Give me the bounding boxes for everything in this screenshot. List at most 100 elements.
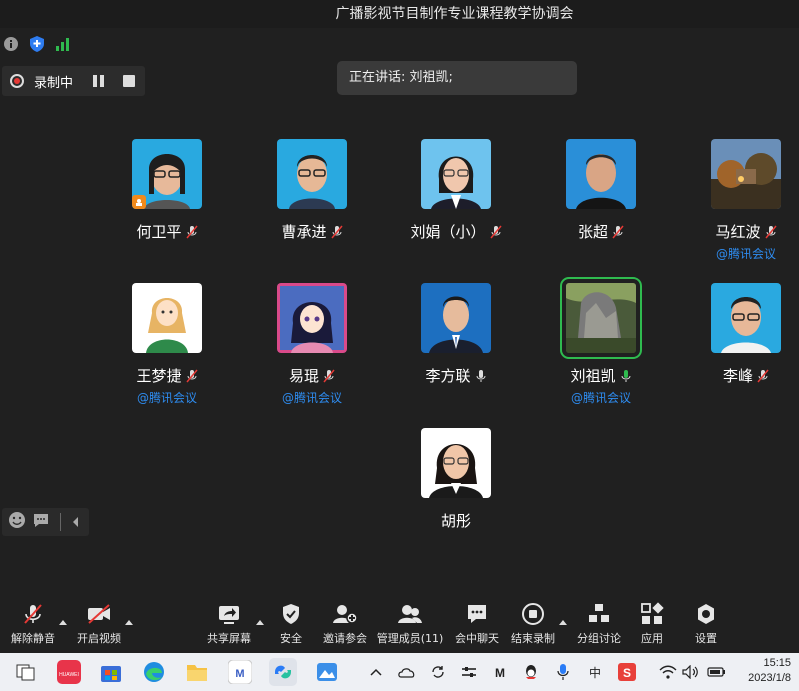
mic-muted-icon <box>185 369 198 383</box>
collapse-left-icon[interactable] <box>71 513 81 532</box>
share-screen-button[interactable]: 共享屏幕 <box>202 598 256 646</box>
share-options-caret[interactable] <box>256 620 264 625</box>
battery-icon[interactable] <box>707 663 725 681</box>
microsoft-store-icon[interactable] <box>97 658 125 686</box>
ime-indicator[interactable]: 中 <box>586 663 604 681</box>
chat-button[interactable]: 会中聊天 <box>452 598 502 646</box>
mic-muted-icon <box>612 225 624 239</box>
chat-bubble-icon[interactable] <box>32 511 50 533</box>
gear-icon <box>698 604 714 624</box>
signal-icon[interactable] <box>54 35 72 53</box>
recording-label: 录制中 <box>34 75 74 91</box>
participant-name: 曹承进 <box>281 223 327 241</box>
window-titlebar: 广播影视节目制作专业课程教学协调会 <box>0 0 799 28</box>
info-icon[interactable] <box>2 35 20 53</box>
apps-icon <box>641 602 664 624</box>
emoji-icon[interactable] <box>8 511 26 533</box>
reaction-panel <box>2 508 89 536</box>
avatar <box>132 283 202 353</box>
file-explorer-icon[interactable] <box>183 658 211 686</box>
breakout-icon <box>589 604 609 622</box>
participant-tile-active-speaker[interactable]: 刘祖凯 @腾讯会议 <box>531 277 671 406</box>
participant-name: 刘祖凯 <box>570 367 616 385</box>
photos-icon[interactable] <box>313 658 341 686</box>
svg-text:S: S <box>623 666 631 680</box>
record-dot-icon <box>10 74 24 88</box>
mic-muted-icon <box>185 225 198 239</box>
participant-tile[interactable]: 刘娟（小） <box>386 139 526 242</box>
mindmaster-icon[interactable]: M <box>226 658 254 686</box>
mindmaster-tray-icon[interactable]: M <box>491 663 509 681</box>
svg-text:M: M <box>235 668 244 680</box>
participant-name: 何卫平 <box>136 223 182 241</box>
security-button[interactable]: 安全 <box>272 598 310 646</box>
sync-icon[interactable] <box>429 663 447 681</box>
start-video-button[interactable]: 开启视频 <box>72 598 126 646</box>
participant-tile[interactable]: 何卫平 <box>97 139 237 242</box>
sogou-input-icon[interactable]: S <box>618 663 636 681</box>
avatar <box>132 139 202 209</box>
breakout-rooms-button[interactable]: 分组讨论 <box>574 598 624 646</box>
participant-source: @腾讯会议 <box>136 391 197 405</box>
mic-muted-icon <box>489 225 502 239</box>
tencent-meeting-icon[interactable] <box>269 658 297 686</box>
participant-name: 胡彤 <box>440 512 471 530</box>
participant-name: 刘娟（小） <box>410 223 486 241</box>
avatar <box>566 139 636 209</box>
wifi-icon[interactable] <box>659 663 677 681</box>
share-screen-icon <box>219 606 239 624</box>
speaking-indicator: 正在讲话: 刘祖凯; <box>337 61 577 95</box>
settings-button[interactable]: 设置 <box>686 598 726 646</box>
participant-name: 李方联 <box>425 367 471 385</box>
participant-source: @腾讯会议 <box>715 247 776 261</box>
avatar <box>711 283 781 353</box>
participant-tile[interactable]: 曹承进 <box>242 139 382 242</box>
chat-icon <box>468 605 486 623</box>
unmute-options-caret[interactable] <box>59 620 67 625</box>
system-clock[interactable]: 15:15 2023/1/8 <box>748 656 791 686</box>
participant-tile[interactable]: 胡彤 <box>386 428 526 531</box>
meeting-status-icons <box>0 34 72 54</box>
microphone-icon[interactable] <box>554 663 572 681</box>
end-recording-button[interactable]: 结束录制 <box>508 598 558 646</box>
tray-overflow-icon[interactable] <box>367 663 385 681</box>
mic-muted-icon <box>24 604 42 624</box>
participant-tile[interactable]: 李方联 <box>386 283 526 386</box>
window-title: 广播影视节目制作专业课程教学协调会 <box>335 6 574 22</box>
video-options-caret[interactable] <box>125 620 133 625</box>
mic-muted-icon <box>757 369 769 383</box>
camera-off-icon <box>88 604 110 624</box>
participant-source: @腾讯会议 <box>570 391 631 405</box>
invite-button[interactable]: 邀请参会 <box>320 598 370 646</box>
participant-tile[interactable]: 易琨 @腾讯会议 <box>242 283 382 406</box>
stop-recording-button[interactable] <box>123 75 136 87</box>
recording-options-caret[interactable] <box>559 620 567 625</box>
participant-tile[interactable]: 李峰 <box>676 283 799 386</box>
host-badge-icon <box>132 195 146 209</box>
switch-icon[interactable] <box>460 663 478 681</box>
participant-name: 马红波 <box>715 223 761 241</box>
participant-tile[interactable]: 张超 <box>531 139 671 242</box>
avatar <box>277 283 347 353</box>
unmute-button[interactable]: 解除静音 <box>6 598 60 646</box>
clock-date: 2023/1/8 <box>748 672 791 684</box>
participant-tile[interactable]: 马红波 @腾讯会议 <box>676 139 799 262</box>
avatar <box>560 277 642 359</box>
edge-browser-icon[interactable] <box>140 658 168 686</box>
task-view-icon[interactable] <box>12 658 40 686</box>
huawei-store-icon[interactable]: HUAWEI <box>55 658 83 686</box>
manage-members-button[interactable]: 管理成员(11) <box>376 598 444 646</box>
avatar <box>277 139 347 209</box>
apps-button[interactable]: 应用 <box>632 598 672 646</box>
qq-icon[interactable] <box>522 663 540 681</box>
onedrive-icon[interactable] <box>398 663 416 681</box>
pause-recording-button[interactable] <box>93 75 105 87</box>
mic-icon <box>475 369 487 383</box>
shield-icon[interactable] <box>28 35 46 53</box>
volume-icon[interactable] <box>682 663 700 681</box>
participant-name: 李峰 <box>722 367 753 385</box>
mic-muted-icon <box>764 225 777 239</box>
participant-tile[interactable]: 王梦捷 @腾讯会议 <box>97 283 237 406</box>
shield-check-icon <box>283 604 299 624</box>
avatar <box>421 428 491 498</box>
